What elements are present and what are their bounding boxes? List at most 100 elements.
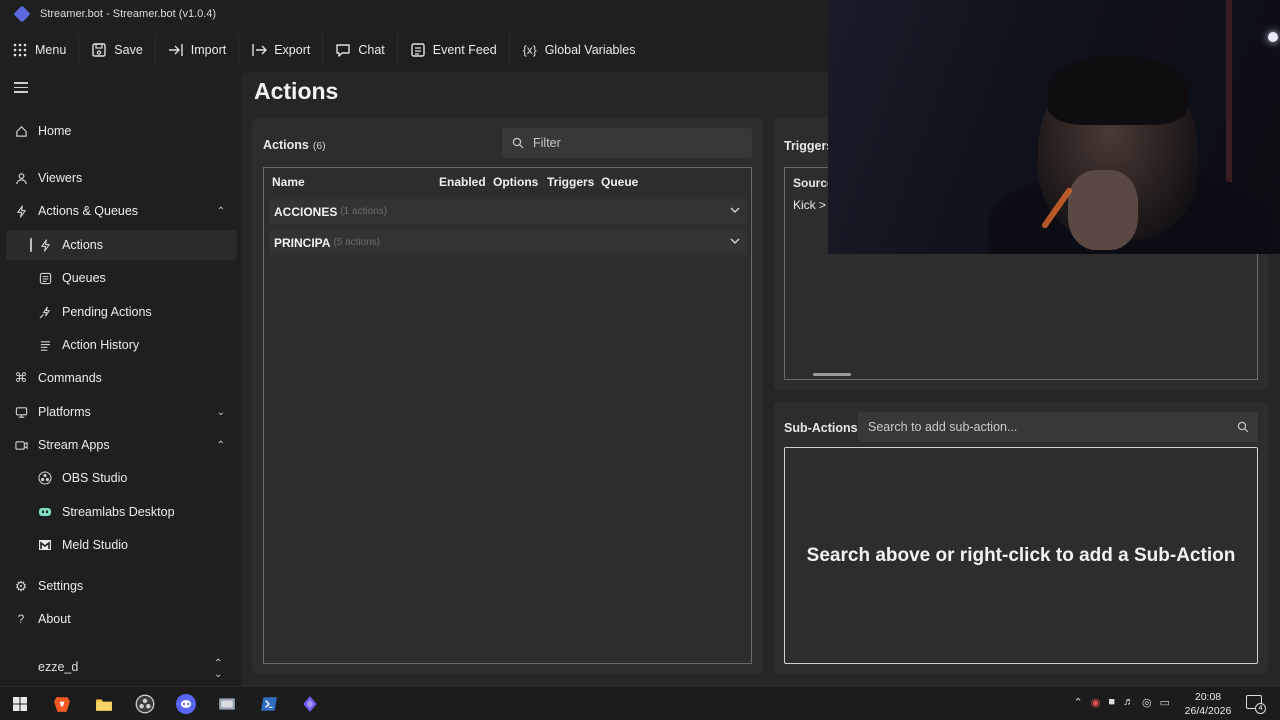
user-name[interactable]: ezze_d [38,660,78,674]
event-feed-button[interactable]: Event Feed [398,34,510,66]
column-header-triggers[interactable]: Triggers [547,175,594,189]
column-header-queue[interactable]: Queue [601,175,638,189]
sub-action-search-placeholder: Search to add sub-action... [868,420,1018,434]
bolt-icon [38,238,52,252]
actions-card: Actions (6) Filter Name Enabled Options T… [252,118,763,674]
action-group-row[interactable]: PRINCIPA (5 actions) [269,230,747,255]
sidebar-item-label: Actions [62,238,103,252]
sub-actions-heading: Sub-Actions [784,421,858,435]
global-variables-label: Global Variables [544,43,636,57]
file-explorer-icon[interactable] [93,693,115,715]
sidebar-item-label: Viewers [38,171,83,185]
search-icon[interactable] [1237,421,1249,433]
sub-actions-empty-message: Search above or right-click to add a Sub… [806,544,1236,566]
actions-count: (6) [312,140,326,152]
export-icon [251,42,268,58]
filter-placeholder: Filter [533,136,561,150]
bolt-icon [14,204,28,218]
streamerbot-taskbar-icon[interactable] [299,693,321,715]
horizontal-scrollbar[interactable] [813,373,851,376]
export-button[interactable]: Export [239,34,324,66]
notification-badge: 4 [1255,703,1266,714]
chevron-down-icon[interactable] [730,236,740,246]
menu-label: Menu [35,43,67,57]
chat-icon [335,42,351,58]
window-title: Streamer.bot - Streamer.bot (v1.0.4) [40,8,217,20]
sidebar-item-home[interactable]: Home [6,116,237,146]
filter-input[interactable]: Filter [502,128,752,158]
save-button[interactable]: Save [79,34,156,66]
action-group-row[interactable]: ACCIONES (1 actions) [269,199,747,224]
command-icon: ⌘ [14,370,28,385]
save-label: Save [114,43,143,57]
sub-actions-list[interactable]: Search above or right-click to add a Sub… [784,447,1258,664]
user-icon [14,171,28,185]
display-icon[interactable]: ▭ [1160,696,1170,709]
powershell-icon[interactable] [258,693,280,715]
menu-button[interactable]: Menu [0,34,80,66]
sidebar-item-stream-apps[interactable]: Stream Apps ⌃ [6,430,237,460]
chat-button[interactable]: Chat [323,34,398,66]
meld-icon [38,538,52,552]
gear-icon: ⚙ [14,577,28,594]
sidebar-item-actions-queues[interactable]: Actions & Queues ⌃ [6,196,237,226]
actions-table[interactable]: Name Enabled Options Triggers Queue ACCI… [263,167,752,664]
app-window-icon[interactable] [216,693,238,715]
group-name: PRINCIPA [274,235,331,250]
wifi-icon[interactable]: ◎ [1142,696,1152,709]
import-icon [168,42,184,58]
obs-taskbar-icon[interactable] [134,693,156,715]
sidebar-item-about[interactable]: ? About [6,604,237,634]
system-tray: ⌃ ◉ ■ ♬ ◎ ▭ [1074,696,1171,709]
triggers-heading: Triggers [784,139,834,153]
column-header-name[interactable]: Name [272,175,305,189]
streamerbot-logo-icon [13,5,31,23]
clock-date: 26/4/2026 [1184,705,1232,717]
sidebar-item-label: Actions & Queues [38,204,139,218]
column-header-enabled[interactable]: Enabled [439,175,486,189]
pending-icon [38,305,52,319]
sidebar-item-label: Home [38,124,72,138]
sidebar-item-settings[interactable]: ⚙ Settings [6,571,237,601]
windows-start-icon[interactable] [9,693,31,715]
hamburger-menu-icon[interactable] [14,82,28,93]
import-button[interactable]: Import [156,34,240,66]
tray-chevron-up-icon[interactable]: ⌃ [1074,696,1083,709]
save-icon [91,42,107,58]
page-title: Actions [254,78,339,104]
global-variables-button[interactable]: {x} Global Variables [510,34,648,66]
chat-label: Chat [358,43,385,57]
brave-browser-icon[interactable] [51,693,73,715]
sidebar-item-streamlabs-desktop[interactable]: Streamlabs Desktop [6,497,237,527]
sidebar-item-label: Queues [62,271,106,285]
trigger-row[interactable]: Kick > [793,198,826,212]
list-icon [38,271,52,285]
variables-icon: {x} [522,43,537,57]
sidebar-item-actions[interactable]: Actions [6,230,237,260]
actions-heading: Actions (6) [263,138,326,152]
speaker-icon[interactable]: ♬ [1123,696,1134,709]
column-header-options[interactable]: Options [493,175,538,189]
sub-action-search-input[interactable]: Search to add sub-action... [858,412,1258,442]
chevron-down-icon[interactable] [730,205,740,215]
webcam-overlay [828,0,1280,254]
platform-icon [14,405,28,419]
clock[interactable]: 20:08 26/4/2026 [1178,690,1238,718]
discord-icon[interactable] [175,693,197,715]
sidebar-item-action-history[interactable]: Action History [6,330,237,360]
sidebar-item-viewers[interactable]: Viewers [6,163,237,193]
sidebar-item-pending-actions[interactable]: Pending Actions [6,297,237,327]
toolbar: Menu Save Import Export Chat Event Feed … [0,34,648,66]
search-icon [512,137,524,149]
tray-app-icon[interactable]: ◉ [1091,696,1101,709]
sidebar-item-label: Settings [38,579,84,593]
sidebar-item-queues[interactable]: Queues [6,263,237,293]
sub-actions-card: Sub-Actions Search to add sub-action... … [774,402,1268,674]
tray-discord-icon[interactable]: ■ [1108,696,1115,709]
sidebar-item-meld-studio[interactable]: Meld Studio [6,530,237,560]
sidebar-item-commands[interactable]: ⌘ Commands [6,363,237,393]
sidebar-item-obs-studio[interactable]: OBS Studio [6,463,237,493]
chevron-up-down-icon[interactable]: ⌃ ⌄ [214,658,222,680]
sidebar-item-label: Stream Apps [38,438,110,452]
sidebar-item-platforms[interactable]: Platforms ⌄ [6,397,237,427]
